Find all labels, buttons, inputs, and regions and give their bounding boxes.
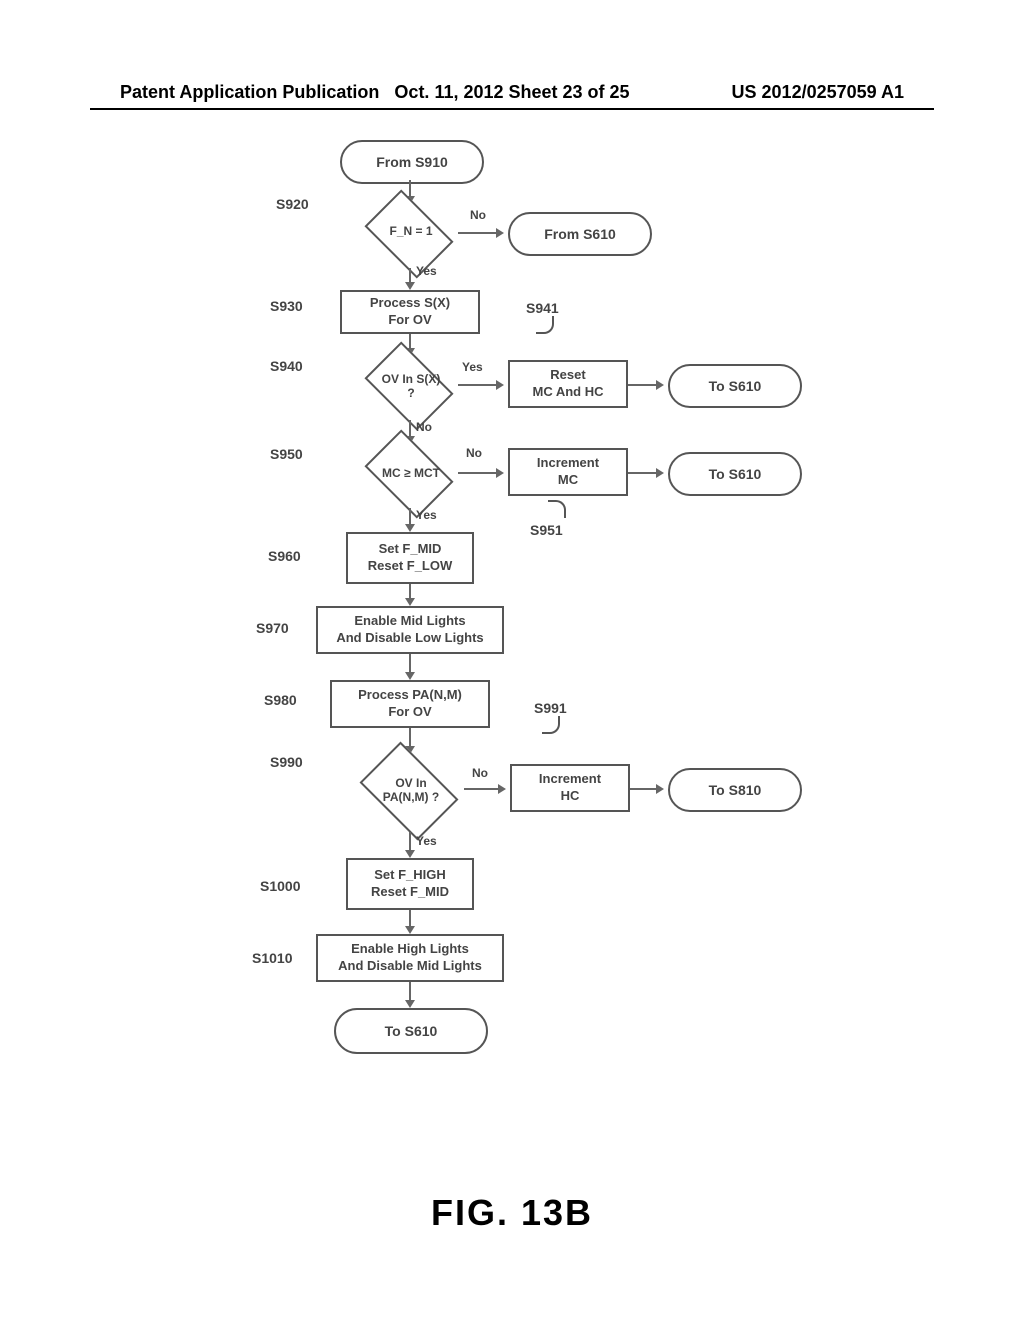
to-s610-end-text: To S610 [385,1023,438,1039]
decision-s920 [364,189,453,278]
label-s960: S960 [268,548,301,564]
to-s610-b-text: To S610 [709,466,762,482]
edge-yes: Yes [462,360,483,374]
terminal-to-s610-end: To S610 [334,1008,488,1054]
from-s910-text: From S910 [376,154,448,170]
label-s950: S950 [270,446,303,462]
to-s810-text: To S810 [709,782,762,798]
arrow-icon [405,282,415,290]
connector [458,232,498,234]
label-s991: S991 [534,700,567,716]
arrow-icon [496,468,504,478]
process-s941: Reset MC And HC [508,360,628,408]
connector [409,654,411,674]
arrow-icon [405,1000,415,1008]
edge-yes: Yes [416,508,437,522]
connector [628,472,658,474]
label-s930: S930 [270,298,303,314]
terminal-to-s810: To S810 [668,768,802,812]
arrow-icon [405,850,415,858]
s941-text: Reset MC And HC [532,367,603,401]
page-header: Patent Application Publication Oct. 11, … [0,82,1024,103]
arrow-icon [405,524,415,532]
from-s610-text: From S610 [544,226,616,242]
terminal-from-s910: From S910 [340,140,484,184]
label-s940: S940 [270,358,303,374]
arrow-icon [656,468,664,478]
s960-text: Set F_MID Reset F_LOW [368,541,453,575]
figure-label: FIG. 13B [0,1192,1024,1234]
edge-no: No [470,208,486,222]
process-s970: Enable Mid Lights And Disable Low Lights [316,606,504,654]
decision-s940 [364,341,453,430]
edge-no: No [472,766,488,780]
connector [409,728,411,748]
arrow-icon [656,380,664,390]
connector-curve [548,500,566,518]
header-rule [90,108,934,110]
terminal-to-s610-a: To S610 [668,364,802,408]
header-right: US 2012/0257059 A1 [732,82,904,103]
connector-curve [536,316,554,334]
s991-text: Increment HC [539,771,601,805]
decision-s990 [360,742,459,841]
connector [464,788,500,790]
decision-s950 [364,429,453,518]
edge-no: No [466,446,482,460]
connector [628,384,658,386]
label-s990: S990 [270,754,303,770]
s970-text: Enable Mid Lights And Disable Low Lights [336,613,483,647]
process-s960: Set F_MID Reset F_LOW [346,532,474,584]
header-left: Patent Application Publication [120,82,379,103]
label-s951: S951 [530,522,563,538]
edge-yes: Yes [416,834,437,848]
s1000-text: Set F_HIGH Reset F_MID [371,867,449,901]
arrow-icon [496,380,504,390]
arrow-icon [498,784,506,794]
arrow-icon [405,598,415,606]
header-center: Oct. 11, 2012 Sheet 23 of 25 [394,82,629,103]
process-s1010: Enable High Lights And Disable Mid Light… [316,934,504,982]
connector [409,982,411,1002]
s1010-text: Enable High Lights And Disable Mid Light… [338,941,482,975]
label-s970: S970 [256,620,289,636]
process-s930: Process S(X) For OV [340,290,480,334]
edge-no: No [416,420,432,434]
connector [458,384,498,386]
to-s610-a-text: To S610 [709,378,762,394]
label-s941: S941 [526,300,559,316]
s980-text: Process PA(N,M) For OV [358,687,462,721]
s951-text: Increment MC [537,455,599,489]
label-s920: S920 [276,196,309,212]
label-s1010: S1010 [252,950,292,966]
connector [458,472,498,474]
arrow-icon [496,228,504,238]
process-s980: Process PA(N,M) For OV [330,680,490,728]
connector [630,788,658,790]
process-s1000: Set F_HIGH Reset F_MID [346,858,474,910]
edge-yes: Yes [416,264,437,278]
connector-curve [542,716,560,734]
terminal-to-s610-b: To S610 [668,452,802,496]
process-s991: Increment HC [510,764,630,812]
label-s980: S980 [264,692,297,708]
label-s1000: S1000 [260,878,300,894]
flowchart: From S910 S920 F_N = 1 No From S610 Yes … [280,140,840,1180]
arrow-icon [405,672,415,680]
arrow-icon [656,784,664,794]
s930-text: Process S(X) For OV [370,295,450,329]
process-s951: Increment MC [508,448,628,496]
arrow-icon [405,926,415,934]
connector [409,832,411,852]
terminal-from-s610: From S610 [508,212,652,256]
